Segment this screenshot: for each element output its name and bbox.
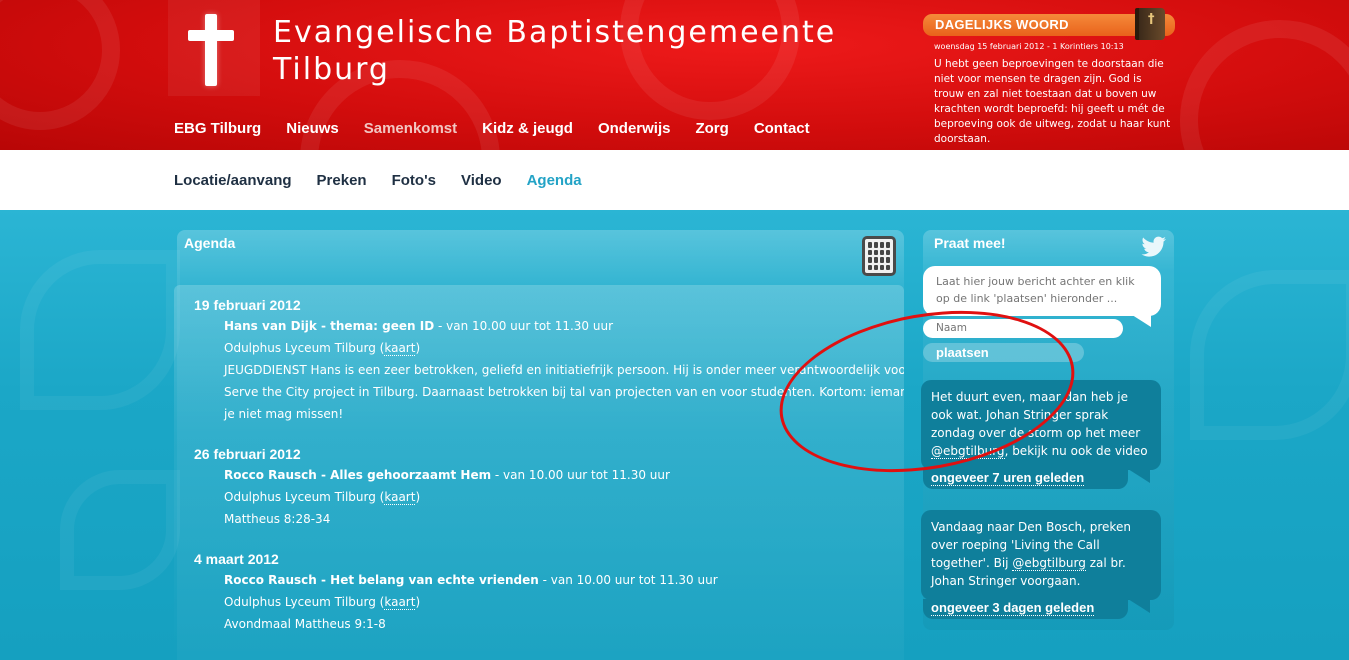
calendar-grid-cell (868, 242, 872, 248)
site-title-line2: Tilburg (273, 52, 390, 87)
event-speaker-title: Hans van Dijk - thema: geen ID (224, 319, 435, 333)
tweet-time-link[interactable]: ongeveer 7 uren geleden (923, 469, 1128, 489)
agenda-title: Agenda (184, 235, 236, 251)
nav-nieuws[interactable]: Nieuws (286, 120, 339, 137)
site-title[interactable]: Evangelische Baptistengemeente Tilburg (273, 14, 836, 88)
bible-icon: † (1135, 8, 1165, 40)
calendar-grid-cell (880, 242, 884, 248)
event-speaker-title: Rocco Rausch - Het belang van echte vrie… (224, 573, 539, 587)
header-decoration (0, 0, 120, 130)
event-location-line: Odulphus Lyceum Tilburg (kaart) (224, 591, 904, 613)
calendar-grid-cell (868, 257, 872, 263)
event-description-line: Mattheus 8:28-34 (224, 512, 331, 526)
calendar-grid-cell (886, 249, 890, 255)
event-location-end: ) (415, 490, 421, 504)
event-location-line: Odulphus Lyceum Tilburg (kaart) (224, 486, 904, 508)
daily-word-date: woensdag 15 februari 2012 - 1 Korintiers… (934, 42, 1124, 51)
event-location: Odulphus Lyceum Tilburg ( (224, 341, 385, 355)
event-location-end: ) (415, 341, 421, 355)
subnav-locatie-aanvang[interactable]: Locatie/aanvang (174, 172, 292, 189)
event-location-line: Odulphus Lyceum Tilburg (kaart) (224, 337, 904, 359)
tweet-item: Vandaag naar Den Bosch, preken over roep… (921, 510, 1161, 600)
message-box-tail (1129, 313, 1151, 327)
agenda-event: 4 maart 2012 Rocco Rausch - Het belang v… (194, 551, 904, 635)
tweet-text: Het duurt even, maar dan heb je ook wat.… (931, 390, 1141, 440)
tweet-bubble-tail (1128, 599, 1150, 613)
event-date: 4 maart 2012 (194, 551, 279, 567)
tweet-text: , bekijk nu ook de video (1004, 444, 1148, 458)
event-location-end: ) (415, 595, 421, 609)
site-title-line1: Evangelische Baptistengemeente (273, 15, 837, 50)
event-description-line: JEUGDDIENST Hans is een zeer betrokken, … (224, 363, 904, 377)
nav-kidz-jeugd[interactable]: Kidz & jeugd (482, 120, 573, 137)
bible-cross-icon: † (1148, 12, 1155, 27)
twitter-title: Praat mee! (934, 235, 1006, 251)
event-time: - van 10.00 uur tot 11.30 uur (538, 573, 718, 587)
calendar-grid-cell (886, 242, 890, 248)
tweet-item: Het duurt even, maar dan heb je ook wat.… (921, 380, 1161, 470)
nav-onderwijs[interactable]: Onderwijs (598, 120, 671, 137)
event-time: - van 10.00 uur tot 11.30 uur (434, 319, 614, 333)
twitter-bird-icon (1141, 236, 1166, 257)
cross-logo-icon (205, 14, 217, 86)
event-location: Odulphus Lyceum Tilburg ( (224, 595, 385, 609)
background-decoration (20, 250, 180, 410)
subnav-fotos[interactable]: Foto's (392, 172, 436, 189)
daily-word-text: U hebt geen beproevingen te doorstaan di… (934, 58, 1171, 145)
daily-word-box: DAGELIJKS WOORD † woensdag 15 februari 2… (923, 8, 1175, 147)
agenda-event: 26 februari 2012 Rocco Rausch - Alles ge… (194, 446, 904, 530)
agenda-event: 19 februari 2012 Hans van Dijk - thema: … (194, 297, 904, 425)
tweet-mention-link[interactable]: @ebgtilburg (1012, 556, 1086, 571)
tweet-time-link[interactable]: ongeveer 3 dagen geleden (923, 599, 1128, 619)
sub-nav: Locatie/aanvang Preken Foto's Video Agen… (174, 172, 607, 189)
nav-zorg[interactable]: Zorg (695, 120, 728, 137)
agenda-list: 19 februari 2012 Hans van Dijk - thema: … (174, 285, 904, 660)
calendar-grid-cell (880, 264, 884, 270)
tweet-time: ongeveer 7 uren geleden (931, 470, 1085, 486)
calendar-grid-cell (874, 264, 878, 270)
subnav-preken[interactable]: Preken (317, 172, 367, 189)
map-link[interactable]: kaart (384, 595, 416, 610)
subnav-agenda[interactable]: Agenda (527, 172, 582, 189)
event-title-line: Hans van Dijk - thema: geen ID - van 10.… (224, 315, 904, 337)
calendar-grid-cell (874, 257, 878, 263)
calendar-grid-cell (868, 264, 872, 270)
calendar-grid-cell (880, 249, 884, 255)
calendar-grid-cell (874, 242, 878, 248)
tweet-name-input[interactable] (923, 319, 1123, 338)
calendar-grid-cell (874, 249, 878, 255)
event-location: Odulphus Lyceum Tilburg ( (224, 490, 385, 504)
header-decoration (1180, 20, 1349, 150)
tweet-bubble-tail (1128, 469, 1150, 483)
post-button[interactable]: plaatsen (923, 343, 1084, 362)
calendar-icon[interactable] (862, 236, 896, 276)
background-decoration (1190, 270, 1349, 440)
event-description-line: Serve the City project in Tilburg. Daarn… (224, 385, 904, 399)
background-decoration (60, 470, 180, 590)
event-date: 26 februari 2012 (194, 446, 301, 462)
calendar-grid-cell (886, 264, 890, 270)
calendar-grid-cell (886, 257, 890, 263)
cross-logo-icon (188, 30, 234, 41)
calendar-grid-cell (880, 257, 884, 263)
nav-ebg-tilburg[interactable]: EBG Tilburg (174, 120, 261, 137)
nav-samenkomst[interactable]: Samenkomst (364, 120, 457, 137)
event-speaker-title: Rocco Rausch - Alles gehoorzaamt Hem (224, 468, 492, 482)
event-description-line: je niet mag missen! (224, 407, 344, 421)
main-nav: EBG Tilburg Nieuws Samenkomst Kidz & jeu… (174, 120, 835, 137)
event-date: 19 februari 2012 (194, 297, 301, 313)
tweet-time: ongeveer 3 dagen geleden (931, 600, 1095, 616)
tweet-mention-link[interactable]: @ebgtilburg (931, 444, 1005, 459)
map-link[interactable]: kaart (384, 341, 416, 356)
tweet-message-input[interactable] (923, 266, 1161, 316)
nav-contact[interactable]: Contact (754, 120, 810, 137)
event-title-line: Rocco Rausch - Het belang van echte vrie… (224, 569, 904, 591)
calendar-grid-cell (868, 249, 872, 255)
event-time: - van 10.00 uur tot 11.30 uur (491, 468, 670, 482)
subnav-video[interactable]: Video (461, 172, 502, 189)
map-link[interactable]: kaart (384, 490, 416, 505)
event-description-line: Avondmaal Mattheus 9:1-8 (224, 617, 386, 631)
event-title-line: Rocco Rausch - Alles gehoorzaamt Hem - v… (224, 464, 904, 486)
